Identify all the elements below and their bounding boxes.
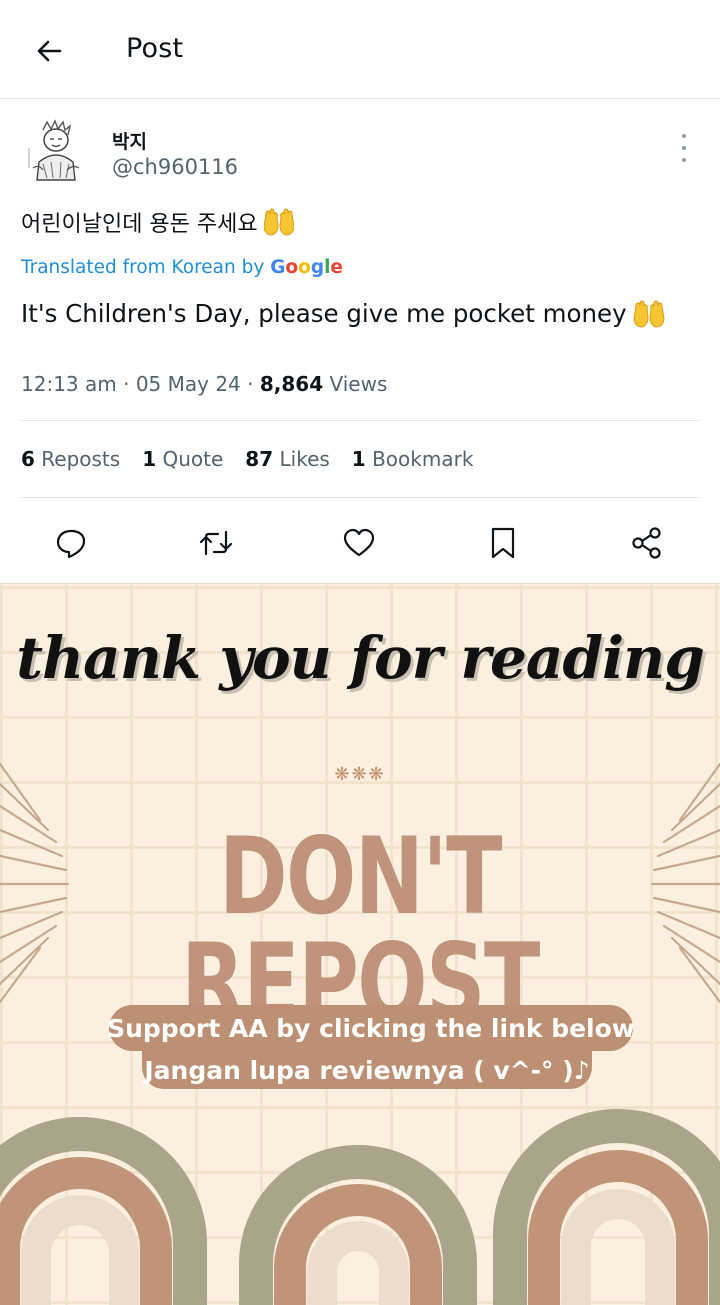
stat-bookmarks[interactable]: 1 Bookmark — [352, 447, 474, 471]
stat-count: 1 — [142, 447, 157, 471]
views-label[interactable]: Views — [329, 372, 387, 396]
bookmark-icon — [491, 527, 515, 559]
review-request-pill: Jangan lupa reviewnya ( v^-° )♪ — [142, 1045, 592, 1089]
post-text-translated: It's Children's Day, please give me pock… — [21, 299, 665, 328]
more-options-button[interactable] — [672, 134, 696, 162]
post-meta: 12:13 am · 05 May 24 · 8,864 Views — [21, 372, 387, 396]
divider — [21, 497, 699, 498]
stat-label: Quote — [162, 447, 224, 471]
stat-likes[interactable]: 87 Likes — [245, 447, 330, 471]
page-title: Post — [126, 33, 184, 64]
repost-icon — [199, 530, 233, 556]
stat-label: Reposts — [41, 447, 121, 471]
share-button[interactable] — [624, 520, 670, 566]
views-count: 8,864 — [259, 372, 324, 396]
action-bar — [0, 520, 720, 566]
stat-label: Likes — [279, 447, 330, 471]
sunburst-right-icon — [650, 762, 720, 1004]
sunburst-left-icon — [0, 762, 70, 1004]
repost-button[interactable] — [193, 520, 239, 566]
stat-label: Bookmark — [372, 447, 474, 471]
author-name[interactable]: 박지 — [112, 127, 147, 154]
reply-icon — [56, 529, 86, 559]
palms-up-emoji-icon — [263, 208, 294, 236]
stat-count: 6 — [21, 447, 35, 471]
like-button[interactable] — [336, 520, 382, 566]
post-time: 12:13 am — [21, 372, 117, 396]
review-request-text: Jangan lupa reviewnya ( v^-° )♪ — [144, 1055, 590, 1085]
support-text: Support AA by clicking the link below — [107, 1013, 635, 1043]
ornament: ❋❋❋ — [334, 764, 386, 785]
stat-count: 87 — [245, 447, 274, 471]
post-text-original: 어린이날인데 용돈 주세요 — [21, 206, 294, 238]
dot — [682, 158, 686, 162]
avatar-sketch-icon — [21, 118, 89, 190]
bookmark-button[interactable] — [480, 520, 526, 566]
thank-you-heading: thank you for reading — [16, 624, 705, 692]
support-pill: Support AA by clicking the link below — [107, 1005, 635, 1051]
separator-dot: · — [123, 372, 136, 396]
arrow-left-icon — [37, 40, 62, 62]
rainbow-arches-icon — [0, 1109, 720, 1305]
stat-reposts[interactable]: 6 Reposts — [21, 447, 120, 471]
dot — [682, 134, 686, 138]
author-handle[interactable]: @ch960116 — [112, 155, 238, 179]
translation-text: It's Children's Day, please give me pock… — [21, 299, 627, 328]
original-text: 어린이날인데 용돈 주세요 — [21, 212, 258, 237]
share-icon — [632, 527, 661, 559]
divider — [21, 420, 699, 421]
translated-label: Translated from Korean by — [21, 257, 265, 278]
google-logo: Google — [270, 257, 343, 278]
avatar[interactable] — [21, 118, 89, 190]
stat-quotes[interactable]: 1 Quote — [142, 447, 223, 471]
separator-dot: · — [247, 372, 260, 396]
like-icon — [343, 528, 375, 557]
back-button[interactable] — [26, 28, 72, 74]
thank-you-banner-image: thank you for reading ❋❋❋ DON'T REPOST J… — [0, 583, 720, 1305]
engagement-stats: 6 Reposts 1 Quote 87 Likes 1 Bookmark — [21, 447, 495, 471]
post-date: 05 May 24 — [135, 372, 241, 396]
dot — [682, 146, 686, 150]
reply-button[interactable] — [48, 520, 94, 566]
palms-up-emoji-icon — [633, 299, 665, 328]
top-bar: Post — [0, 0, 720, 99]
translation-attribution[interactable]: Translated from Korean by Google — [21, 257, 343, 278]
stat-count: 1 — [351, 447, 366, 471]
